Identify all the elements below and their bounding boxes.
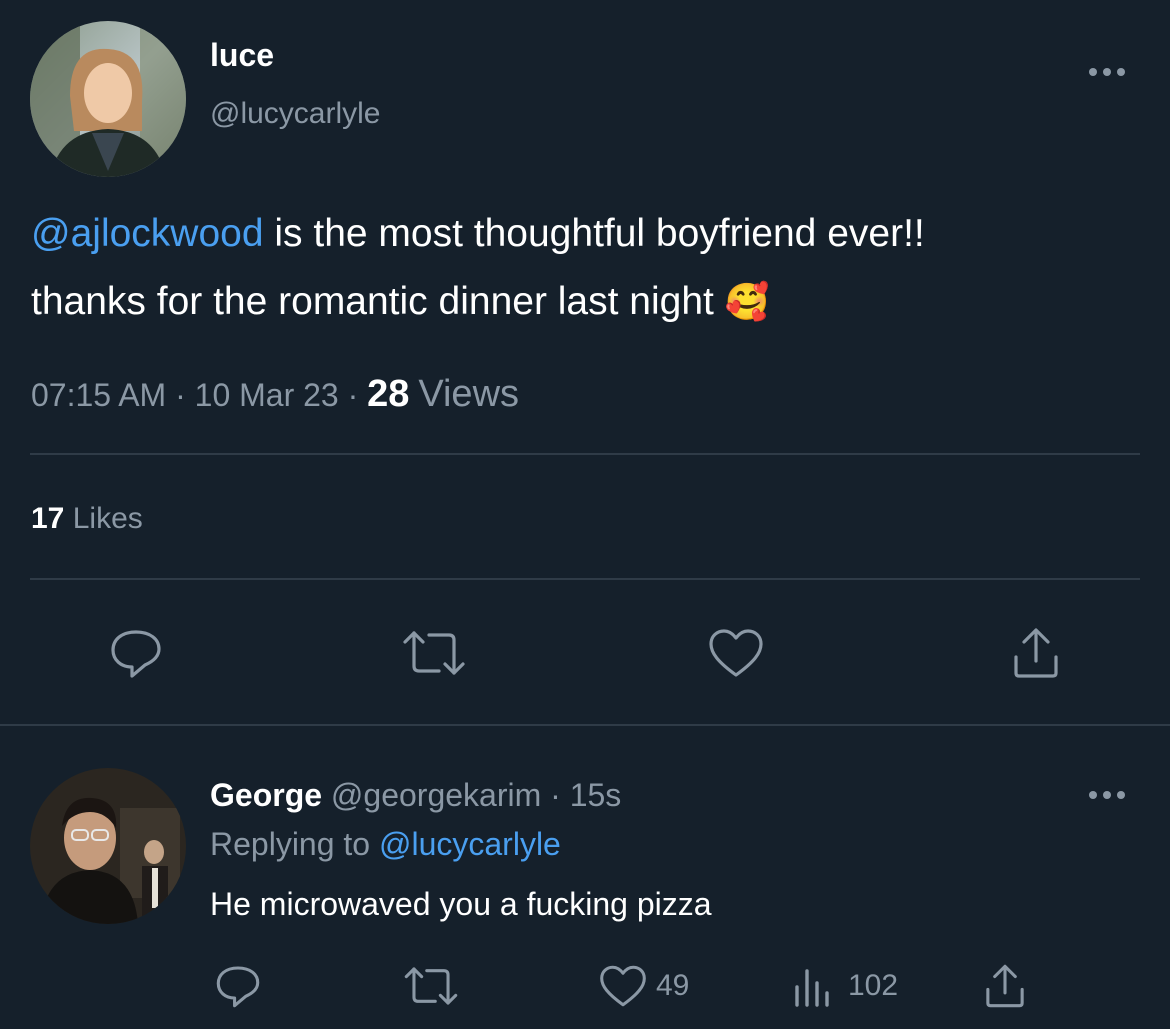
- likes-count: 17: [31, 502, 65, 535]
- tweet-text-line-2: thanks for the romantic dinner last nigh…: [31, 280, 770, 323]
- retweet-button[interactable]: [399, 623, 469, 683]
- share-button[interactable]: [1004, 623, 1068, 683]
- author-handle[interactable]: @lucycarlyle: [210, 95, 381, 133]
- reply-icon: [216, 966, 260, 1008]
- author-name[interactable]: luce: [210, 36, 274, 74]
- reply-icon: [111, 630, 161, 678]
- reply-author-handle[interactable]: @georgekarim: [331, 777, 541, 813]
- tweet-text: @ajlockwood is the most thoughtful boyfr…: [31, 200, 1141, 336]
- tweet-text-rest: is the most thoughtful boyfriend ever!!: [263, 212, 925, 255]
- more-icon: [1089, 791, 1097, 799]
- smiling-face-hearts-emoji: 🥰: [724, 281, 770, 322]
- divider: [30, 578, 1140, 580]
- tweet-time[interactable]: 07:15 AM: [31, 377, 166, 413]
- heart-icon: [709, 629, 763, 677]
- retweet-icon: [403, 631, 465, 675]
- views-count: 28: [367, 373, 410, 415]
- replying-to: Replying to @lucycarlyle: [210, 824, 561, 864]
- likes-label: Likes: [72, 502, 143, 535]
- like-button[interactable]: [704, 623, 768, 683]
- replying-to-label: Replying to: [210, 826, 371, 862]
- reply-button[interactable]: [104, 623, 168, 683]
- divider: [30, 453, 1140, 455]
- analytics-icon: [795, 969, 829, 1007]
- reply-like-button[interactable]: [596, 960, 650, 1012]
- reply-text: He microwaved you a fucking pizza: [210, 886, 712, 922]
- tweet-text-line-1: @ajlockwood is the most thoughtful boyfr…: [31, 200, 1141, 268]
- reply-share-button[interactable]: [978, 960, 1032, 1012]
- heart-icon: [600, 965, 646, 1007]
- reply-time[interactable]: 15s: [570, 777, 622, 813]
- author-avatar[interactable]: [30, 21, 186, 177]
- tweet-date[interactable]: 10 Mar 23: [195, 377, 339, 413]
- reply-like-count: 49: [656, 969, 690, 1002]
- reply-author-name[interactable]: George: [210, 777, 322, 813]
- reply-author-avatar[interactable]: [30, 768, 186, 924]
- reply-retweet-button[interactable]: [400, 960, 462, 1012]
- tweet-meta: 07:15 AM · 10 Mar 23 · 28 Views: [31, 373, 520, 415]
- reply-header: George @georgekarim · 15s: [210, 777, 622, 813]
- replying-to-handle[interactable]: @lucycarlyle: [379, 826, 561, 862]
- divider: [0, 724, 1170, 726]
- more-icon: [1089, 68, 1097, 76]
- retweet-icon: [404, 967, 458, 1005]
- views-label: Views: [418, 373, 520, 415]
- reply-reply-button[interactable]: [210, 960, 266, 1012]
- reply-more-options-button[interactable]: [1089, 791, 1125, 799]
- more-options-button[interactable]: [1089, 68, 1125, 76]
- share-icon: [986, 964, 1024, 1008]
- share-icon: [1014, 628, 1058, 678]
- reply-view-count: 102: [848, 969, 899, 1002]
- mention-link[interactable]: @ajlockwood: [31, 212, 264, 255]
- reply-analytics-button[interactable]: [790, 962, 834, 1012]
- likes-stat[interactable]: 17 Likes: [31, 500, 143, 538]
